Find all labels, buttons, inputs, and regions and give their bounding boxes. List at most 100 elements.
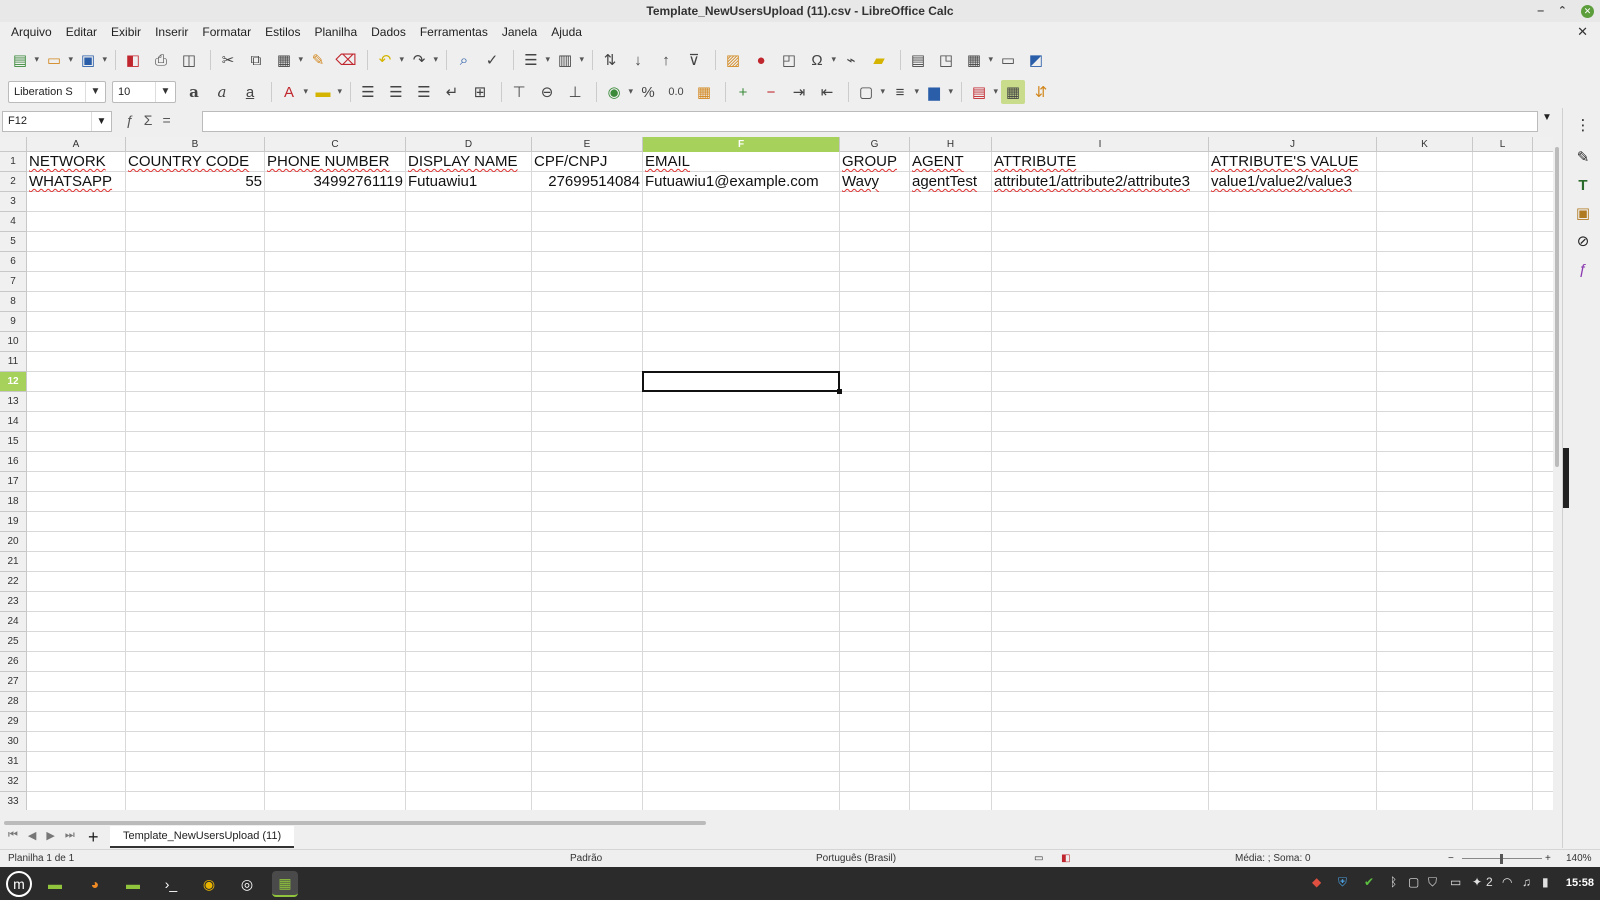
row-header-5[interactable]: 5 [0, 232, 27, 252]
row-header-29[interactable]: 29 [0, 712, 27, 732]
cell-g2[interactable]: Wavy [840, 172, 909, 192]
split-window-icon[interactable]: ▭ [996, 48, 1020, 72]
column-header-b[interactable]: B [126, 137, 265, 152]
first-sheet-icon[interactable]: ⏮ [8, 829, 18, 842]
vertical-scrollbar[interactable] [1553, 137, 1561, 810]
cell-d1[interactable]: DISPLAY NAME [406, 152, 531, 172]
column-header-h[interactable]: H [910, 137, 992, 152]
row-header-33[interactable]: 33 [0, 792, 27, 810]
row-header-25[interactable]: 25 [0, 632, 27, 652]
cell-d2[interactable]: Futuawiu1 [406, 172, 531, 192]
cell-j1[interactable]: ATTRIBUTE'S VALUE [1209, 152, 1376, 172]
cell-i2[interactable]: attribute1/attribute2/attribute3 [992, 172, 1208, 192]
firefox-icon[interactable]: ◕ [82, 871, 108, 897]
zoom-in-icon[interactable]: + [1545, 850, 1551, 868]
row-header-9[interactable]: 9 [0, 312, 27, 332]
freeze-rows-icon[interactable]: ▦ [962, 48, 993, 72]
font-color-icon[interactable]: A [277, 80, 308, 104]
files-icon[interactable]: ▬ [120, 871, 146, 897]
last-sheet-icon[interactable]: ⏭ [65, 829, 75, 842]
function-wizard-icon[interactable]: ƒ [126, 112, 134, 128]
row-header-22[interactable]: 22 [0, 572, 27, 592]
scroll-thumb[interactable] [4, 821, 706, 825]
currency-format-icon[interactable]: ◉ [602, 80, 633, 104]
cell-c1[interactable]: PHONE NUMBER [265, 152, 405, 172]
zoom-level[interactable]: 140% [1566, 850, 1592, 868]
spelling-icon[interactable]: ✓ [480, 48, 504, 72]
header-footer-icon[interactable]: ▤ [906, 48, 930, 72]
increase-indent-icon[interactable]: ⇥ [787, 80, 811, 104]
font-name-combo[interactable]: Liberation S ▼ [8, 81, 106, 103]
insert-image-icon[interactable]: ▨ [721, 48, 745, 72]
cell-h2[interactable]: agentTest [910, 172, 991, 192]
cell-f1[interactable]: EMAIL [643, 152, 839, 172]
align-top-icon[interactable]: ⊤ [507, 80, 531, 104]
row-header-7[interactable]: 7 [0, 272, 27, 292]
paste-icon[interactable]: ▦ [272, 48, 303, 72]
menu-dados[interactable]: Dados [364, 25, 413, 39]
insert-chart-icon[interactable]: ● [749, 48, 773, 72]
row-header-31[interactable]: 31 [0, 752, 27, 772]
row-header-26[interactable]: 26 [0, 652, 27, 672]
bold-icon[interactable]: a [182, 80, 206, 104]
sort-icon[interactable]: ⇅ [598, 48, 622, 72]
navigator-icon[interactable]: ⊘ [1572, 230, 1594, 252]
align-right-icon[interactable]: ☰ [412, 80, 436, 104]
align-bottom-icon[interactable]: ⊥ [563, 80, 587, 104]
formula-equals-icon[interactable]: = [162, 112, 170, 128]
conditional-format-icon[interactable]: ▤ [967, 80, 998, 104]
clock[interactable]: 15:58 [1566, 867, 1594, 900]
bluetooth-icon[interactable]: ᛒ [1390, 875, 1397, 889]
row-header-14[interactable]: 14 [0, 412, 27, 432]
wrap-text-icon[interactable]: ↵ [440, 80, 464, 104]
cell-a1[interactable]: NETWORK [27, 152, 125, 172]
cell-g1[interactable]: GROUP [840, 152, 909, 172]
menu-ferramentas[interactable]: Ferramentas [413, 25, 495, 39]
align-center-icon[interactable]: ☰ [384, 80, 408, 104]
show-grid-icon[interactable]: ▦ [1001, 80, 1025, 104]
font-size-combo[interactable]: 10 ▼ [112, 81, 176, 103]
sheet-tab-active[interactable]: Template_NewUsersUpload (11) [110, 826, 295, 848]
sort-descending-icon[interactable]: ↑ [654, 48, 678, 72]
menu-exibir[interactable]: Exibir [104, 25, 148, 39]
row-header-32[interactable]: 32 [0, 772, 27, 792]
row-header-27[interactable]: 27 [0, 672, 27, 692]
wifi-icon[interactable]: ◠ [1502, 875, 1512, 889]
row-header-28[interactable]: 28 [0, 692, 27, 712]
show-draw-functions-icon[interactable]: ◩ [1024, 48, 1048, 72]
chevron-down-icon[interactable]: ▼ [155, 82, 175, 102]
menu-planilha[interactable]: Planilha [307, 25, 364, 39]
minimize-button[interactable]: ‒ [1538, 0, 1544, 22]
page-style[interactable]: Padrão [570, 850, 602, 868]
column-header-g[interactable]: G [840, 137, 910, 152]
column-header-f[interactable]: F [643, 137, 840, 152]
sidebar-menu-icon[interactable]: ⋮ [1572, 114, 1594, 136]
start-menu-icon[interactable]: m [6, 871, 32, 897]
formula-input[interactable] [202, 111, 1538, 132]
cell-e2[interactable]: 27699514084 [532, 172, 642, 192]
row-header-21[interactable]: 21 [0, 552, 27, 572]
row-header-2[interactable]: 2 [0, 172, 27, 192]
column-icon[interactable]: ▥ [553, 48, 584, 72]
cell-j2[interactable]: value1/value2/value3 [1209, 172, 1376, 192]
battery-icon[interactable]: ▮ [1542, 875, 1549, 889]
prev-sheet-icon[interactable]: ◀ [28, 829, 36, 842]
anydesk-icon[interactable]: ◆ [1312, 875, 1321, 889]
print-icon[interactable]: ⎙ [149, 48, 173, 72]
row-header-13[interactable]: 13 [0, 392, 27, 412]
show-desktop-icon[interactable]: ▬ [42, 871, 68, 897]
italic-icon[interactable]: a [210, 80, 234, 104]
copy-icon[interactable]: ⧉ [244, 48, 268, 72]
maximize-button[interactable]: ⌃ [1558, 0, 1567, 22]
menu-editar[interactable]: Editar [59, 25, 104, 39]
row-icon[interactable]: ☰ [519, 48, 550, 72]
column-header-d[interactable]: D [406, 137, 532, 152]
fill-handle[interactable] [837, 389, 842, 394]
column-header-e[interactable]: E [532, 137, 643, 152]
checkmark-icon[interactable]: ✔ [1364, 875, 1374, 889]
chrome-icon[interactable]: ◉ [196, 871, 222, 897]
comment-icon[interactable]: ▰ [867, 48, 891, 72]
clipboard-icon[interactable]: ▢ [1408, 875, 1419, 889]
spreadsheet-grid[interactable]: ABCDEFGHIJKL 1 2 3 4 5 6 7 8 9 10 11 12 13 14 15 16 17 18… [0, 137, 1553, 810]
horizontal-scrollbar[interactable] [0, 818, 1560, 826]
